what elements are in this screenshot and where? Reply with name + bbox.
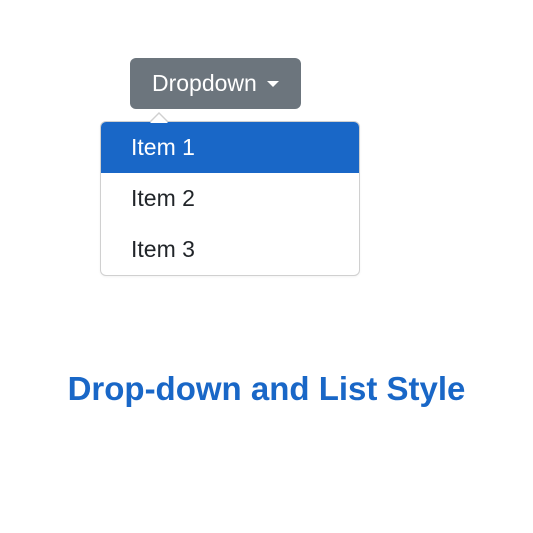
caption-text: Drop-down and List Style [0, 370, 533, 408]
dropdown-button[interactable]: Dropdown [130, 58, 301, 109]
dropdown-item-label: Item 2 [131, 185, 195, 211]
dropdown-button-label: Dropdown [152, 70, 257, 97]
dropdown-item-3[interactable]: Item 3 [101, 224, 359, 275]
caret-down-icon [267, 81, 279, 87]
dropdown-item-label: Item 3 [131, 236, 195, 262]
dropdown-item-label: Item 1 [131, 134, 195, 160]
dropdown-menu: Item 1 Item 2 Item 3 [100, 121, 360, 276]
dropdown-item-1[interactable]: Item 1 [101, 122, 359, 173]
dropdown-item-2[interactable]: Item 2 [101, 173, 359, 224]
